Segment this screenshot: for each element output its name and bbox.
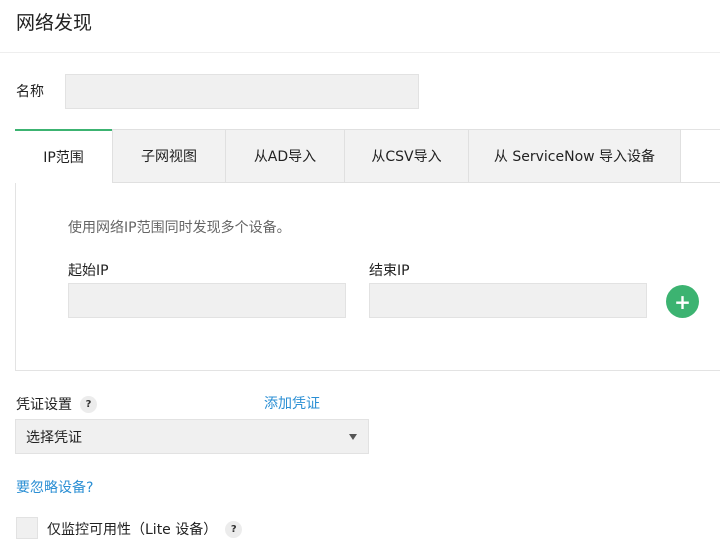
lite-label: 仅监控可用性（Lite 设备） ? [47,519,243,539]
start-ip-label: 起始IP [68,263,109,279]
credentials-label-text: 凭证设置 [16,397,72,413]
plus-icon: + [674,289,691,314]
credential-select-value: 选择凭证 [26,429,82,446]
tab-import-ad[interactable]: 从AD导入 [225,129,344,183]
title-divider [0,52,720,53]
tab-strip-baseline [681,182,720,183]
help-question-icon[interactable]: ? [80,395,97,413]
ignore-devices-link[interactable]: 要忽略设备? [16,477,93,497]
lite-checkbox[interactable] [16,517,38,539]
credential-select[interactable]: 选择凭证 [15,419,369,454]
tab-import-csv[interactable]: 从CSV导入 [344,129,468,183]
name-label: 名称 [16,84,44,100]
tab-subnet-view[interactable]: 子网视图 [112,129,225,183]
tab-ip-range[interactable]: IP范围 [15,129,112,183]
caret-down-icon [349,434,357,440]
add-range-button[interactable]: + [666,285,699,318]
start-ip-input[interactable] [68,283,346,318]
page-title: 网络发现 [16,12,93,34]
ip-range-description: 使用网络IP范围同时发现多个设备。 [68,220,291,236]
tab-import-servicenow[interactable]: 从 ServiceNow 导入设备 [468,129,681,183]
end-ip-label: 结束IP [369,263,410,279]
lite-label-text: 仅监控可用性（Lite 设备） [47,522,218,538]
credentials-label: 凭证设置 ? [16,394,97,414]
end-ip-input[interactable] [369,283,647,318]
add-credential-link[interactable]: 添加凭证 [264,393,320,413]
name-input[interactable] [65,74,419,109]
help-question-icon[interactable]: ? [225,520,243,538]
tab-strip: IP范围 子网视图 从AD导入 从CSV导入 从 ServiceNow 导入设备 [15,129,681,183]
